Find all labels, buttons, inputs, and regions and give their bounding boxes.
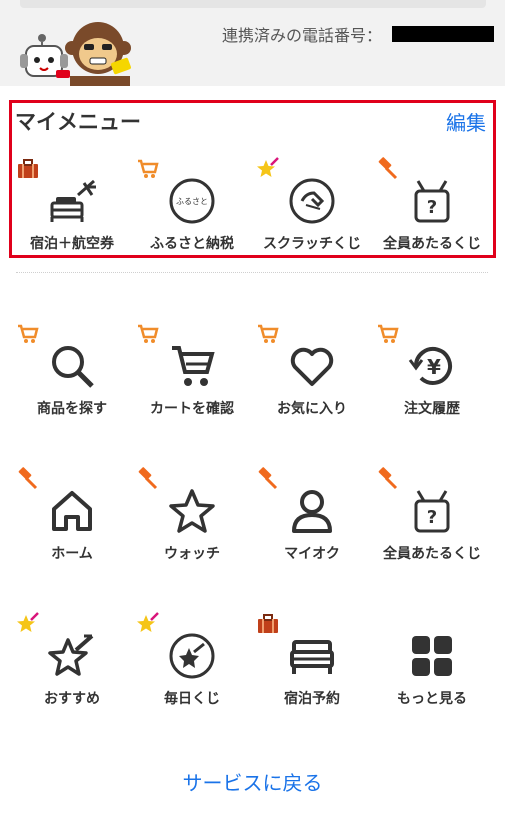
bed-icon: [288, 632, 336, 680]
phone-number-redacted: [392, 26, 494, 42]
svg-text:?: ?: [427, 197, 437, 218]
my-menu-title: マイメニュー: [15, 110, 141, 134]
cart-badge-icon: [256, 322, 280, 346]
menu-item-star[interactable]: ウォッチ: [132, 467, 252, 567]
auction-badge-icon: [376, 467, 400, 491]
edit-link[interactable]: 編集: [446, 107, 486, 136]
home-icon: [48, 487, 96, 535]
cart-badge-icon: [136, 157, 160, 181]
search-icon: [48, 342, 96, 390]
menu-item-label: ウォッチ: [164, 546, 220, 562]
menu-item-daily-lottery[interactable]: 毎日くじ: [132, 612, 252, 712]
person-icon: [288, 487, 336, 535]
divider: [16, 272, 488, 273]
menu-item-bed[interactable]: 宿泊予約: [252, 612, 372, 712]
furusato-icon: ふるさと: [168, 177, 216, 225]
suitcase-badge-icon: [16, 157, 40, 181]
svg-text:¥: ¥: [427, 355, 441, 379]
menu-item-search[interactable]: 商品を探す: [12, 322, 132, 422]
svg-text:?: ?: [427, 507, 437, 528]
menu-item-label: 毎日くじ: [164, 691, 220, 707]
menu-item-label: ふるさと納税: [150, 236, 234, 252]
menu-item-bed-plane[interactable]: 宿泊＋航空券: [12, 157, 132, 257]
menu-item-label: 商品を探す: [37, 401, 107, 417]
menu-item-home[interactable]: ホーム: [12, 467, 132, 567]
menu-item-label: 全員あたるくじ: [383, 546, 481, 562]
yen-history-icon: ¥: [408, 342, 456, 390]
menu-item-scratch[interactable]: スクラッチくじ: [252, 157, 372, 257]
recommend-star-icon: [48, 632, 96, 680]
menu-item-yen-history[interactable]: ¥ 注文履歴: [372, 322, 492, 422]
menu-item-lottery-box[interactable]: ? 全員あたるくじ: [372, 467, 492, 567]
menu-item-label: 全員あたるくじ: [383, 236, 481, 252]
menu-item-recommend-star[interactable]: おすすめ: [12, 612, 132, 712]
star-badge-icon: [16, 612, 40, 636]
cart-badge-icon: [136, 322, 160, 346]
mascot-illustration: [20, 22, 131, 86]
menu-item-label: おすすめ: [44, 691, 100, 707]
auction-badge-icon: [256, 467, 280, 491]
lottery-box-icon: ?: [408, 177, 456, 225]
menu-item-label: マイオク: [284, 546, 340, 562]
auction-badge-icon: [16, 467, 40, 491]
linked-phone-label: 連携済みの電話番号：: [222, 26, 383, 45]
daily-lottery-icon: [168, 632, 216, 680]
menu-item-label: スクラッチくじ: [263, 236, 361, 252]
auction-badge-icon: [376, 157, 400, 181]
menu-item-label: 宿泊＋航空券: [30, 236, 114, 252]
lottery-box-icon: ?: [408, 487, 456, 535]
top-bar: [20, 0, 486, 8]
cart-icon: [168, 342, 216, 390]
heart-icon: [288, 342, 336, 390]
star-icon: [168, 487, 216, 535]
grid-icon: [408, 632, 456, 680]
suitcase-badge-icon: [256, 612, 280, 636]
menu-item-grid[interactable]: もっと見る: [372, 612, 492, 712]
back-to-service-link[interactable]: サービスに戻る: [0, 767, 505, 796]
menu-item-cart[interactable]: カートを確認: [132, 322, 252, 422]
menu-item-label: カートを確認: [150, 401, 234, 417]
cart-badge-icon: [16, 322, 40, 346]
menu-item-label: もっと見る: [397, 691, 467, 707]
menu-item-label: ホーム: [51, 546, 93, 562]
menu-item-label: お気に入り: [277, 401, 347, 417]
bed-plane-icon: [48, 177, 96, 225]
menu-item-lottery-box[interactable]: ? 全員あたるくじ: [372, 157, 492, 257]
menu-item-furusato[interactable]: ふるさとふるさと納税: [132, 157, 252, 257]
scratch-icon: [288, 177, 336, 225]
star-badge-icon: [136, 612, 160, 636]
menu-item-person[interactable]: マイオク: [252, 467, 372, 567]
header-area: 連携済みの電話番号：: [0, 0, 505, 86]
menu-item-label: 宿泊予約: [284, 691, 340, 707]
furusato-icon-text: ふるさと: [176, 197, 208, 206]
cart-badge-icon: [376, 322, 400, 346]
auction-badge-icon: [136, 467, 160, 491]
star-badge-icon: [256, 157, 280, 181]
menu-item-heart[interactable]: お気に入り: [252, 322, 372, 422]
menu-item-label: 注文履歴: [404, 401, 460, 417]
